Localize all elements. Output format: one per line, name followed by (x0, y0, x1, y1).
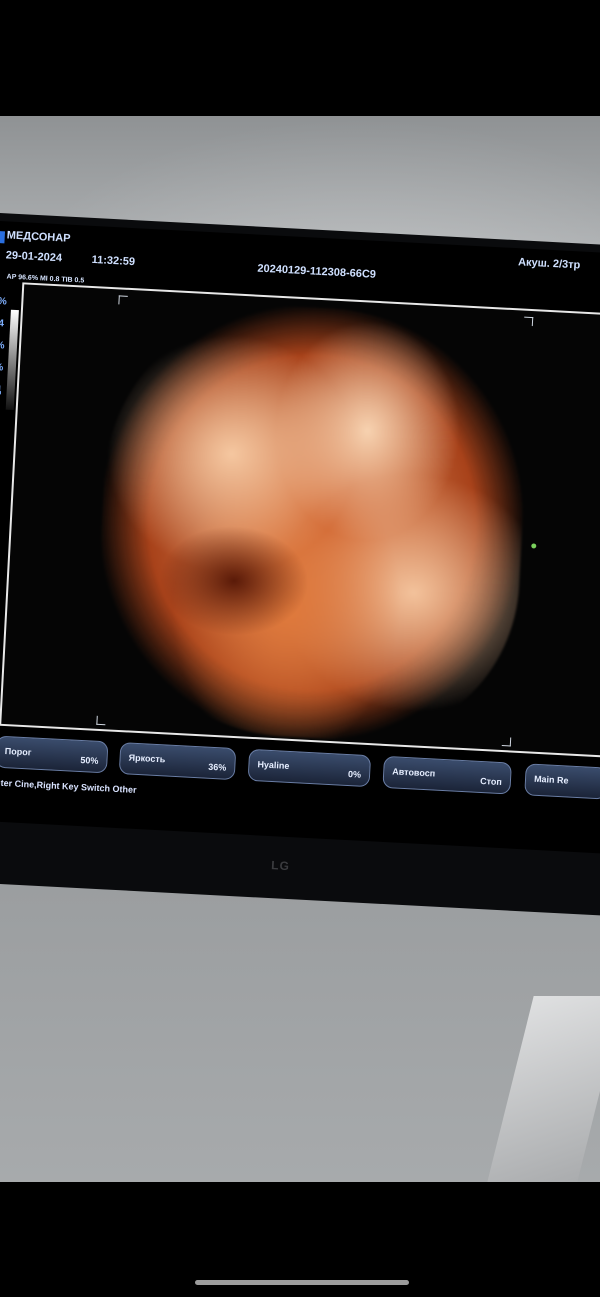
monitor-mount-arm (486, 996, 600, 1182)
exam-time: 11:32:59 (91, 253, 136, 269)
exam-preset: Акуш. 2/3тр (517, 256, 581, 272)
monitor-brand-logo: LG (270, 858, 291, 874)
corner-bracket (501, 737, 512, 747)
left-strip-item: ±2 (0, 445, 2, 468)
brand-mark (0, 231, 6, 244)
softkey-label: Порог (4, 746, 32, 758)
fetal-3d-render (91, 297, 534, 749)
softkey-label: Автовосп (392, 766, 436, 779)
corner-bracket (96, 715, 106, 726)
brand-name: МЕДСОНАР (6, 229, 71, 245)
exam-date: 29-01-2024 (5, 249, 63, 265)
ultrasound-monitor: МЕДСОНАР Акуш. 2/3тр 29-01-2024 11:32:59… (0, 212, 600, 916)
softkey-label: Main Re (533, 773, 569, 786)
green-marker-dot (531, 543, 537, 549)
3d-render-viewport[interactable] (0, 282, 600, 758)
left-strip-item: % (0, 296, 8, 308)
softkey-value: 50% (80, 755, 99, 766)
left-strip-item: к (0, 401, 4, 424)
left-strip-item: 2 (0, 423, 3, 446)
left-strip-item: 0° (0, 467, 1, 490)
softkey-hyaline[interactable]: Hyaline 0% (247, 748, 372, 788)
monitor-screen: МЕДСОНАР Акуш. 2/3тр 29-01-2024 11:32:59… (0, 221, 600, 854)
softkey-value: 0% (347, 769, 362, 780)
corner-bracket (118, 295, 128, 305)
left-strip-item: Д (0, 379, 5, 402)
softkey-label: Hyaline (257, 759, 290, 771)
softkey-label: Яркость (128, 752, 166, 765)
softkey-autoplay[interactable]: Автовосп Стоп (382, 755, 512, 795)
corner-bracket (523, 316, 534, 327)
left-strip-item: 4 (0, 318, 5, 330)
home-indicator[interactable] (195, 1280, 409, 1285)
patient-id: 20240129-112308-66C9 (257, 262, 377, 281)
render-shadow (156, 521, 312, 640)
softkey-brightness[interactable]: Яркость 36% (118, 742, 237, 781)
left-strip-item: % (0, 340, 5, 352)
softkey-main-menu[interactable]: Main Re (524, 763, 600, 800)
left-strip-item: % (0, 361, 4, 374)
softkey-value: Стоп (479, 775, 503, 788)
softkey-threshold[interactable]: Порог 50% (0, 735, 109, 774)
softkey-value: 36% (208, 761, 227, 773)
